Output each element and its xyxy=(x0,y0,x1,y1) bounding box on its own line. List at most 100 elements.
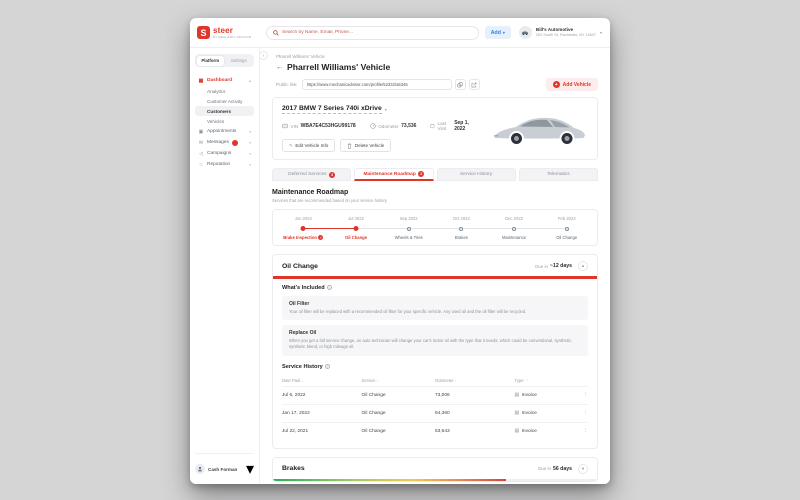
timeline-milestone[interactable]: Jul 2022 Oil Change xyxy=(329,216,383,240)
steer-logo-icon: S xyxy=(197,26,210,39)
sidebar-item-campaigns[interactable]: ◁ Campaigns ▾ xyxy=(195,148,254,159)
public-link-input[interactable] xyxy=(301,79,452,90)
vin-field: VIN WBA7E4C53HGU99178 xyxy=(282,123,356,129)
sort-up-icon: ↑ xyxy=(376,378,379,383)
roadmap-subheading: Services that are recommended based on y… xyxy=(272,198,387,203)
chevron-down-icon: ▾ xyxy=(502,30,505,35)
row-menu-icon[interactable]: ⋮ xyxy=(580,392,589,398)
odometer-field: Odometer 73,536 xyxy=(370,123,416,129)
milestone-dot xyxy=(406,226,411,231)
calendar-icon xyxy=(430,124,435,129)
steer-logo[interactable]: S steer by mechanic advisor xyxy=(190,26,260,39)
company-address: 202 South St, Rochester, NY 14607 xyxy=(535,33,596,37)
vehicle-photo xyxy=(483,109,588,149)
messages-icon: ✉ xyxy=(198,139,204,146)
user-menu[interactable]: Cash Forman ▾ xyxy=(195,453,254,479)
sidebar-item-vehicles[interactable]: Vehicles xyxy=(195,116,254,126)
brakes-card: Brakes Due in 56 days ▾ xyxy=(272,456,598,483)
vin-value: WBA7E4C53HGU99178 xyxy=(300,123,356,129)
page-title: Pharrell Williams' Vehicle xyxy=(287,62,391,72)
due-label: Due in xyxy=(535,263,548,269)
table-row[interactable]: Jul 22, 2021 Oil Change 53,643 ▤ Invoice … xyxy=(282,421,589,440)
odometer-label: Odometer xyxy=(378,123,399,129)
chevron-down-icon: ▾ xyxy=(384,107,387,112)
milestone-dot xyxy=(512,226,517,231)
due-value: ~12 days xyxy=(549,263,572,270)
tab-telematics[interactable]: Telematics xyxy=(518,168,598,181)
brakes-title: Brakes xyxy=(282,465,305,473)
sidebar-item-customers[interactable]: Customers xyxy=(195,106,254,116)
search-input[interactable] xyxy=(282,30,472,35)
add-vehicle-button[interactable]: + Add Vehicle xyxy=(545,78,598,91)
last-visit-label: Last Visit xyxy=(437,121,447,131)
invoice-icon: ▤ xyxy=(514,428,520,434)
external-link-icon xyxy=(471,82,477,87)
chevron-down-icon: ▾ xyxy=(249,129,251,134)
breadcrumb: Pharrell Williams' Vehicle xyxy=(276,54,325,59)
top-bar: S steer by mechanic advisor Add▾ Bill's … xyxy=(190,18,610,48)
company-menu[interactable]: Bill's Automotive 202 South St, Rocheste… xyxy=(518,26,602,39)
column-odometer[interactable]: Odometer ↑ xyxy=(435,378,515,383)
timeline-milestone[interactable]: Feb 2023 Oil Change xyxy=(540,216,593,240)
table-row[interactable]: Jul 6, 2022 Oil Change 73,006 ▤ Invoice ⋮ xyxy=(282,385,589,404)
vehicle-name-dropdown[interactable]: 2017 BMW 7 Series 740i xDrive xyxy=(282,105,382,114)
oil-change-card: Oil Change Due in ~12 days ▴ What's Incl… xyxy=(272,254,598,449)
milestone-dot xyxy=(353,226,359,231)
expand-card-button[interactable]: ▾ xyxy=(578,463,588,474)
info-icon[interactable]: i xyxy=(326,285,332,291)
toggle-settings[interactable]: Settings xyxy=(225,56,253,66)
add-button[interactable]: Add ▾ xyxy=(484,26,511,39)
tab-deferred-services[interactable]: Deferred Services 3 xyxy=(272,168,352,181)
invoice-icon: ▤ xyxy=(514,392,520,398)
delete-vehicle-button[interactable]: Delete Vehicle xyxy=(340,139,392,152)
service-history-table: Date Paid ↓ Service ↑ Odometer ↑ Type ↑ … xyxy=(282,376,588,440)
column-type[interactable]: Type ↑ xyxy=(515,378,580,383)
due-label: Due in xyxy=(538,466,551,472)
alert-icon: ! xyxy=(318,235,324,241)
global-search[interactable] xyxy=(266,25,479,40)
open-link-button[interactable] xyxy=(468,79,480,90)
included-item: Oil Filter Your oil filter will be repla… xyxy=(282,295,588,321)
tab-badge: 2 xyxy=(418,171,425,177)
sidebar-collapse-button[interactable]: ‹ xyxy=(260,51,268,60)
invoice-icon: ▤ xyxy=(514,410,520,416)
row-menu-icon[interactable]: ⋮ xyxy=(580,410,589,416)
trash-icon xyxy=(348,143,352,149)
messages-badge xyxy=(231,139,238,146)
included-item: Replace Oil When you get a full service … xyxy=(282,325,588,356)
milestone-dot xyxy=(564,226,569,231)
chevron-down-icon: ▾ xyxy=(249,140,251,145)
sidebar-item-dashboard[interactable]: ▦ Dashboard ▴ xyxy=(195,75,254,86)
sidebar-item-appointments[interactable]: ▣ Appointments ▾ xyxy=(195,126,254,137)
table-row[interactable]: Jan 17, 2022 Oil Change 64,360 ▤ Invoice … xyxy=(282,403,589,422)
car-image xyxy=(494,117,585,144)
company-avatar xyxy=(518,26,532,39)
sidebar-item-reputation[interactable]: ☆ Reputation ▾ xyxy=(195,159,254,170)
info-icon[interactable]: i xyxy=(324,364,330,370)
sort-up-icon: ↑ xyxy=(526,378,529,383)
toggle-platform[interactable]: Platform xyxy=(196,55,224,66)
back-arrow-icon[interactable]: ← xyxy=(276,64,283,71)
copy-link-button[interactable] xyxy=(454,79,466,90)
timeline-milestone[interactable]: Sep 2022 Wheels & Tires xyxy=(382,216,435,240)
app-window: S steer by mechanic advisor Add▾ Bill's … xyxy=(190,18,610,484)
column-service[interactable]: Service ↑ xyxy=(362,378,435,383)
shop-icon xyxy=(522,30,529,35)
timeline-milestone[interactable]: Jun 2022 Brake Inspection! xyxy=(277,216,330,241)
campaigns-icon: ◁ xyxy=(199,150,203,157)
sidebar-item-customer-activity[interactable]: Customer Activity xyxy=(195,96,254,106)
table-header-row: Date Paid ↓ Service ↑ Odometer ↑ Type ↑ xyxy=(282,376,588,386)
add-vehicle-icon: + xyxy=(552,81,560,88)
collapse-card-button[interactable]: ▴ xyxy=(578,261,588,272)
sidebar-item-messages[interactable]: ✉ Messages ▾ xyxy=(195,137,254,148)
sort-down-icon: ↓ xyxy=(301,378,304,383)
sidebar-item-analytics[interactable]: Analytics xyxy=(195,86,254,96)
row-menu-icon[interactable]: ⋮ xyxy=(580,428,589,434)
tab-maintenance-roadmap[interactable]: Maintenance Roadmap 2 xyxy=(354,168,434,181)
tab-service-history[interactable]: Service History xyxy=(436,168,516,181)
dashboard-icon: ▦ xyxy=(198,77,204,84)
timeline-milestone[interactable]: Dec 2022 Maintenance xyxy=(487,216,541,240)
column-date-paid[interactable]: Date Paid ↓ xyxy=(282,378,362,383)
timeline-milestone[interactable]: Oct 2022 Brakes xyxy=(435,216,488,240)
edit-vehicle-button[interactable]: ✎ Edit Vehicle Info xyxy=(282,139,336,152)
